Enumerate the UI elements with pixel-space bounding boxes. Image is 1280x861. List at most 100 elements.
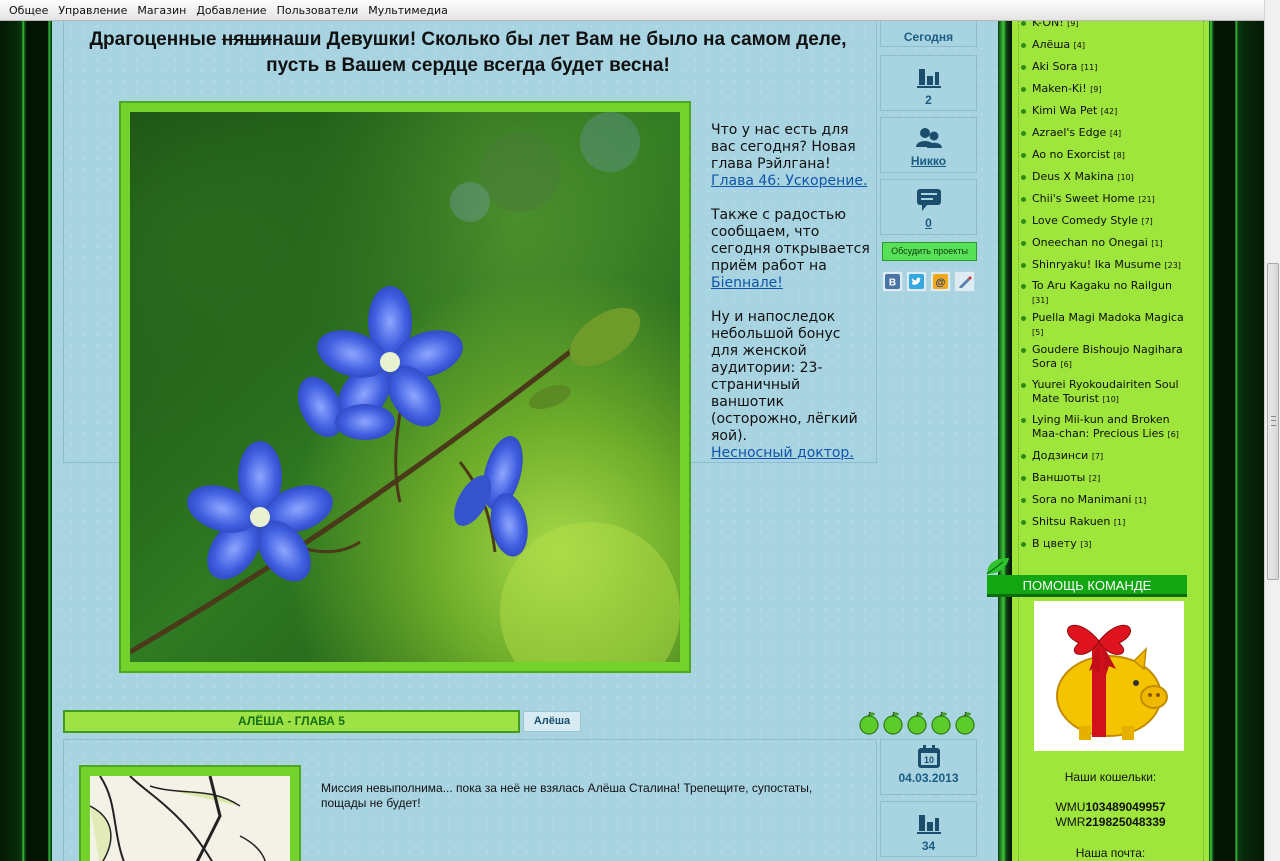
discuss-projects-button[interactable]: Обсудить проекты <box>882 242 977 261</box>
wmr-wallet[interactable]: WMR219825048339 <box>1012 815 1209 830</box>
post-body: Что у нас есть для вас сегодня? Новая гл… <box>711 122 871 479</box>
calendar-day: 10 <box>923 755 933 765</box>
menu-add[interactable]: Добавление <box>191 4 271 17</box>
category-item[interactable]: Sora no Manimani [1] <box>1020 493 1185 508</box>
category-count: [10] <box>1117 173 1134 182</box>
wallet-label: WMR <box>1055 815 1086 829</box>
mail-icon[interactable]: @ <box>930 271 951 292</box>
flower-illustration <box>130 112 680 662</box>
biennale-link[interactable]: Бienнале! <box>711 275 783 291</box>
right-frame-border <box>1209 21 1264 861</box>
category-item[interactable]: Maken-Ki! [9] <box>1020 82 1185 97</box>
help-team-header: ПОМОЩЬ КОМАНДЕ <box>987 575 1187 597</box>
views-count: 34 <box>921 839 936 853</box>
vertical-scrollbar[interactable] <box>1264 0 1280 861</box>
title-part: Драгоценные <box>89 29 222 50</box>
menu-general[interactable]: Общее <box>4 4 53 17</box>
category-item[interactable]: Chii's Sweet Home [21] <box>1020 192 1185 207</box>
chapter-link[interactable]: Глава 46: Ускорение. <box>711 173 867 189</box>
post-paragraph-text: Что у нас есть для вас сегодня? Новая гл… <box>711 122 856 172</box>
category-item[interactable]: Azrael's Edge [4] <box>1020 126 1185 141</box>
twitter-icon[interactable] <box>906 271 927 292</box>
category-item[interactable]: Shitsu Rakuen [1] <box>1020 515 1185 530</box>
menu-management[interactable]: Управление <box>53 4 132 17</box>
users-icon <box>915 128 942 148</box>
menu-users[interactable]: Пользователи <box>272 4 364 17</box>
category-name: Azrael's Edge <box>1032 126 1107 139</box>
category-count: [42] <box>1100 107 1118 116</box>
category-count: [1] <box>1134 496 1147 505</box>
flower-photo <box>130 112 680 662</box>
category-name: Sora no Manimani <box>1032 493 1132 506</box>
category-count: [31] <box>1032 296 1049 305</box>
comments-count[interactable]: 0 <box>881 216 976 230</box>
category-item[interactable]: В цвету [3] <box>1020 537 1185 552</box>
author-link[interactable]: Никко <box>881 154 976 168</box>
category-item[interactable]: Love Comedy Style [7] <box>1020 214 1185 229</box>
category-count: [8] <box>1113 151 1125 160</box>
category-item[interactable]: Puella Magi Madoka Magica [5] <box>1020 311 1185 340</box>
category-item[interactable]: Ваншоты [2] <box>1020 471 1185 486</box>
post-title-bar[interactable]: АЛЁША - ГЛАВА 5 <box>63 710 520 733</box>
category-name: Додзинси <box>1032 449 1089 462</box>
category-name: Lying Mii-kun and Broken Maa-chan: Preci… <box>1032 413 1170 440</box>
title-strikethrough: няши <box>221 29 272 50</box>
menu-shop[interactable]: Магазин <box>132 4 191 17</box>
views-icon <box>916 815 941 834</box>
category-item[interactable]: Shinryaku! Ika Musume [23] <box>1020 258 1185 273</box>
category-item[interactable]: Lying Mii-kun and Broken Maa-chan: Preci… <box>1020 413 1185 442</box>
category-name: To Aru Kagaku no Railgun <box>1032 279 1172 292</box>
series-tag-button[interactable]: Алёша <box>523 711 581 732</box>
category-item[interactable]: Ao no Exorcist [8] <box>1020 148 1185 163</box>
category-name: В цвету <box>1032 537 1077 550</box>
rating-stars[interactable] <box>857 711 977 735</box>
category-name: Kimi Wa Pet <box>1032 104 1098 117</box>
category-item[interactable]: Aki Sora [11] <box>1020 60 1185 75</box>
apple-icon <box>931 711 951 735</box>
category-name: Love Comedy Style <box>1032 214 1138 227</box>
category-count: [1] <box>1151 239 1163 248</box>
wallet-label: WMU <box>1055 800 1086 814</box>
category-count: [10] <box>1102 395 1119 404</box>
comments-card: 0 <box>880 179 977 235</box>
category-item[interactable]: Goudere Bishoujo Nagihara Sora [6] <box>1020 343 1185 372</box>
wmu-wallet[interactable]: WMU103489049957 <box>1012 800 1209 815</box>
category-item[interactable]: To Aru Kagaku no Railgun [31] <box>1020 279 1185 308</box>
category-name: Maken-Ki! <box>1032 82 1087 95</box>
apple-rating-icons <box>859 711 975 735</box>
category-count: [23] <box>1164 261 1181 270</box>
post-paragraph: Ну и напоследок небольшой бонус для женс… <box>711 309 871 462</box>
title-part: наши Девушки! Сколько бы лет Вам не было… <box>266 29 847 76</box>
wallets-title: Наши кошельки: <box>1064 770 1157 784</box>
category-name: Aki Sora <box>1032 60 1078 73</box>
category-item[interactable]: Алёша [4] <box>1020 38 1185 53</box>
admin-toolbar: Общее Управление Магазин Добавление Поль… <box>0 0 1264 21</box>
views-card: 34 <box>880 801 977 857</box>
lj-icon[interactable] <box>954 271 975 292</box>
category-count: [4] <box>1073 41 1085 50</box>
piggy-bank-image[interactable] <box>1034 601 1184 751</box>
category-item[interactable]: Deus X Makina [10] <box>1020 170 1185 185</box>
author-card: Никко <box>880 117 977 173</box>
category-item[interactable]: Додзинси [7] <box>1020 449 1185 464</box>
post-paragraph-text: Ну и напоследок небольшой бонус для женс… <box>711 309 858 444</box>
category-item[interactable]: Yuurei Ryokoudairiten Soul Mate Tourist … <box>1020 378 1185 407</box>
category-item[interactable]: Oneechan no Onegai [1] <box>1020 236 1185 251</box>
wallet-number: 103489049957 <box>1085 800 1166 814</box>
category-item[interactable]: Kimi Wa Pet [42] <box>1020 104 1185 119</box>
category-count: [9] <box>1090 85 1102 94</box>
vk-icon[interactable]: B <box>882 271 903 292</box>
date-card: Сегодня <box>880 17 977 47</box>
category-name: Алёша <box>1032 38 1071 51</box>
wallets-block: Наши кошельки: WMU103489049957 WMR219825… <box>1012 770 1209 861</box>
oneshot-link[interactable]: Несносный доктор. <box>711 445 854 461</box>
menu-multimedia[interactable]: Мультимедиа <box>363 4 453 17</box>
views-icon <box>916 69 941 88</box>
apple-icon <box>859 711 879 735</box>
category-count: [5] <box>1032 328 1044 337</box>
scrollbar-thumb[interactable] <box>1267 263 1279 580</box>
category-count: [6] <box>1060 360 1072 369</box>
post-title: Драгоценные няшинаши Девушки! Сколько бы… <box>88 27 848 79</box>
category-count: [11] <box>1080 63 1098 72</box>
post-date: 04.03.2013 <box>898 771 959 785</box>
